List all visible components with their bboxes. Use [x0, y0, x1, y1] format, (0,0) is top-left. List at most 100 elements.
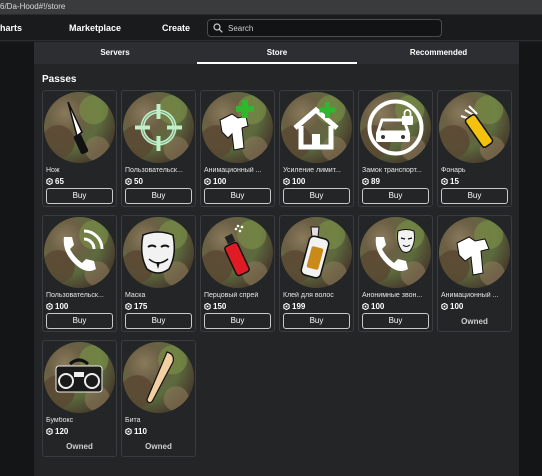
pass-name: Анимационный ...: [204, 167, 262, 174]
robux-icon: [362, 303, 369, 310]
tab-servers[interactable]: Servers: [34, 42, 196, 64]
pass-price: 100: [283, 177, 305, 186]
nav-create[interactable]: Create: [162, 23, 190, 33]
pass-card[interactable]: Анимационный ... 100 Buy: [200, 90, 275, 207]
pass-name: Перцовый спрей: [204, 292, 259, 299]
pass-card[interactable]: Анимационный ... 100 Owned: [437, 215, 512, 332]
pass-thumbnail: [123, 342, 194, 413]
boombox-icon: [55, 358, 103, 393]
pass-card[interactable]: Усиление лимит... 100 Buy: [279, 90, 354, 207]
tab-store[interactable]: Store: [197, 42, 357, 64]
robux-icon: [283, 303, 290, 310]
nav-marketplace[interactable]: Marketplace: [69, 23, 121, 33]
robux-icon: [283, 178, 290, 185]
pass-name: Замок транспорт...: [362, 167, 422, 174]
crosshair-icon: [135, 104, 182, 151]
pass-name: Усиление лимит...: [283, 167, 341, 174]
address-url: 6/Da-Hood#!/store: [0, 2, 66, 11]
pass-card[interactable]: Пользовательск... 50 Buy: [121, 90, 196, 207]
robux-icon: [362, 178, 369, 185]
search-placeholder: Search: [228, 24, 254, 33]
pass-thumbnail: [202, 92, 273, 163]
pass-thumbnail: [360, 92, 431, 163]
animation-plus-icon: [219, 100, 254, 151]
pass-name: Пользовательск...: [46, 292, 104, 299]
pass-price-value: 65: [55, 177, 64, 186]
pass-thumbnail: [44, 92, 115, 163]
address-bar[interactable]: 6/Da-Hood#!/store: [0, 0, 542, 15]
pass-name: Пользовательск...: [125, 167, 183, 174]
pass-thumbnail: [202, 217, 273, 288]
animation-icon: [456, 236, 490, 276]
pass-card[interactable]: Маска 175 Buy: [121, 215, 196, 332]
phone-icon: [63, 229, 104, 271]
pass-price-value: 110: [134, 427, 147, 436]
pass-thumbnail: [439, 217, 510, 288]
anonymous-call-icon: [375, 229, 415, 271]
pass-price: 120: [46, 427, 68, 436]
robux-icon: [441, 303, 448, 310]
knife-icon: [67, 101, 89, 155]
bat-icon: [146, 351, 174, 404]
buy-button[interactable]: Buy: [362, 188, 429, 204]
pass-card[interactable]: Нож 65 Buy: [42, 90, 117, 207]
pass-name: Бита: [125, 417, 141, 424]
pass-price-value: 100: [292, 177, 306, 186]
pass-thumbnail: [44, 217, 115, 288]
section-title: Passes: [42, 74, 77, 85]
robux-icon: [441, 178, 448, 185]
robux-icon: [125, 428, 132, 435]
pass-card[interactable]: Пользовательск... 100 Buy: [42, 215, 117, 332]
pass-name: Анимационный ...: [441, 292, 499, 299]
pass-price-value: 100: [213, 177, 227, 186]
top-nav: harts Marketplace Create Search: [0, 15, 542, 41]
tab-recommended[interactable]: Recommended: [358, 42, 519, 64]
buy-button[interactable]: Buy: [362, 313, 429, 329]
pass-thumbnail: [439, 92, 510, 163]
pass-card[interactable]: Анонимные звон... 100 Buy: [358, 215, 433, 332]
flashlight-icon: [460, 105, 494, 148]
pass-thumbnail: [281, 217, 352, 288]
pass-name: Бумбокс: [46, 417, 74, 424]
right-margin: [519, 42, 542, 476]
buy-button[interactable]: Buy: [283, 313, 350, 329]
owned-label: Owned: [461, 317, 488, 326]
search-icon: [213, 23, 223, 33]
pass-price-value: 50: [134, 177, 143, 186]
game-store-panel: Servers Store Recommended Passes Нож 65 …: [34, 42, 519, 476]
pass-price: 65: [46, 177, 64, 186]
pass-price: 100: [204, 177, 226, 186]
pass-card[interactable]: Фонарь 15 Buy: [437, 90, 512, 207]
buy-button[interactable]: Buy: [125, 188, 192, 204]
pass-price: 110: [125, 427, 147, 436]
pass-card[interactable]: Перцовый спрей 150 Buy: [200, 215, 275, 332]
buy-button[interactable]: Buy: [441, 188, 508, 204]
pass-thumbnail: [123, 92, 194, 163]
robux-icon: [125, 178, 132, 185]
buy-button[interactable]: Buy: [125, 313, 192, 329]
pass-name: Фонарь: [441, 167, 466, 174]
nav-charts[interactable]: harts: [0, 23, 22, 33]
pass-price-value: 100: [371, 302, 385, 311]
search-input[interactable]: Search: [207, 19, 442, 37]
pass-card[interactable]: Замок транспорт... 89 Buy: [358, 90, 433, 207]
buy-button[interactable]: Buy: [46, 313, 113, 329]
pass-card[interactable]: Бумбокс 120 Owned: [42, 340, 117, 457]
pass-price: 100: [46, 302, 68, 311]
pass-price: 89: [362, 177, 380, 186]
pass-name: Маска: [125, 292, 146, 299]
tab-bar: Servers Store Recommended: [34, 42, 519, 64]
buy-button[interactable]: Buy: [204, 188, 271, 204]
buy-button[interactable]: Buy: [283, 188, 350, 204]
buy-button[interactable]: Buy: [204, 313, 271, 329]
pass-price-value: 199: [292, 302, 306, 311]
pass-name: Клей для волос: [283, 292, 334, 299]
pass-card[interactable]: Бита 110 Owned: [121, 340, 196, 457]
pass-card[interactable]: Клей для волос 199 Buy: [279, 215, 354, 332]
pass-price-value: 100: [55, 302, 69, 311]
buy-button[interactable]: Buy: [46, 188, 113, 204]
left-sidebar: [0, 42, 34, 476]
robux-icon: [125, 303, 132, 310]
pass-thumbnail: [360, 217, 431, 288]
pass-thumbnail: [123, 217, 194, 288]
